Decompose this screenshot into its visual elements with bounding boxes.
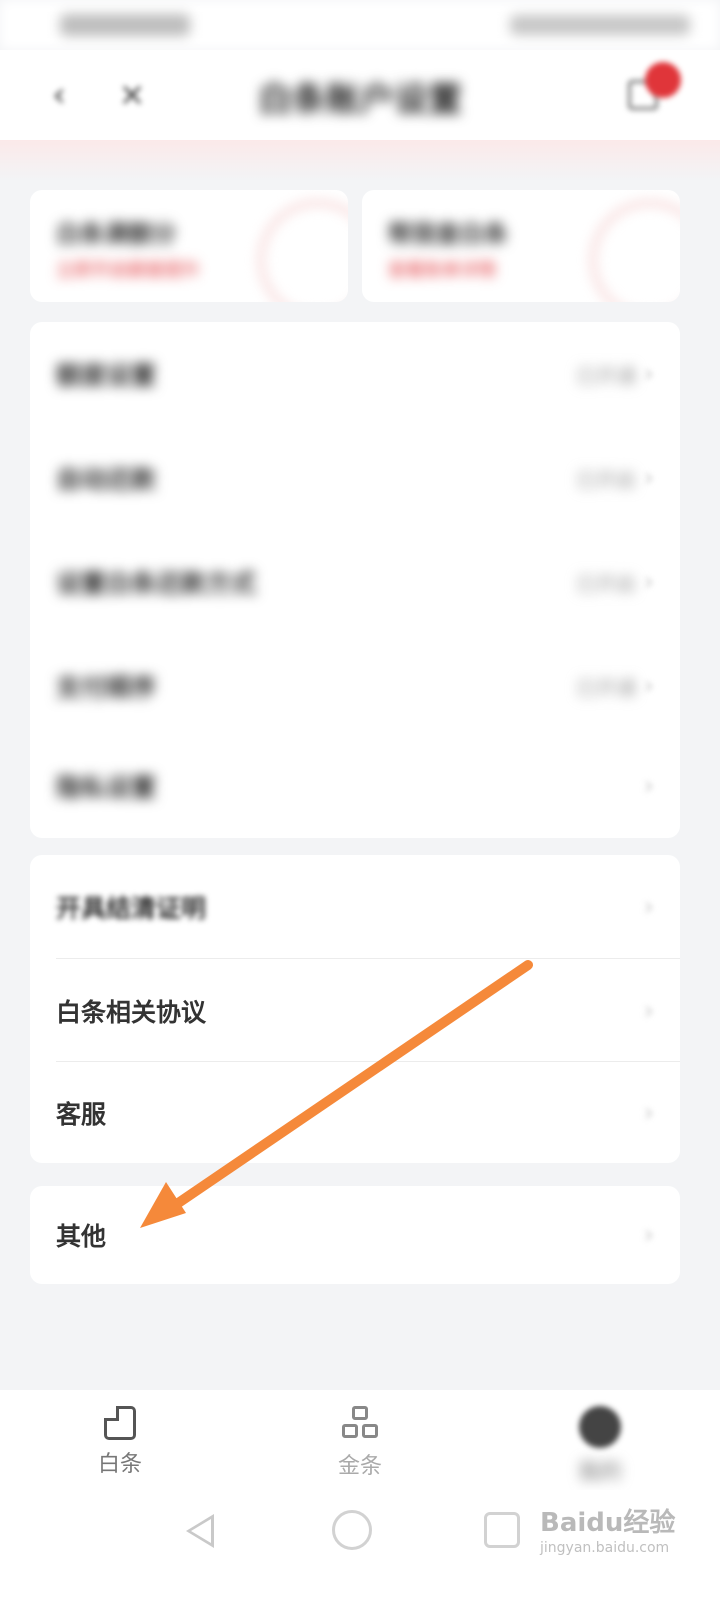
row-label: 开具结清证明 (56, 894, 207, 923)
top-card-title: 帮我查白条 (388, 220, 508, 248)
tab-label: 我的 (577, 1460, 622, 1485)
top-cards: 白条满额分 立即开启额度提升 帮我查白条 查看账单详情 (30, 190, 680, 302)
settings-row-repay-method[interactable]: 设置白条还款方式 已开启 › (30, 530, 680, 634)
tab-label: 白条 (97, 1452, 142, 1477)
status-bar-right-indicators (510, 15, 690, 35)
chevron-right-icon: › (643, 771, 654, 801)
tab-label: 金条 (337, 1454, 382, 1479)
chevron-right-icon: › (643, 567, 654, 597)
top-card-subtitle: 立即开启额度提升 (56, 260, 200, 281)
row-label: 自动还款 (56, 465, 157, 494)
settings-row-auto-repay[interactable]: 自动还款 已开启 › (30, 426, 680, 530)
chevron-right-icon: › (643, 892, 654, 922)
nav-recent-apps-icon[interactable] (484, 1512, 520, 1548)
status-bar (0, 0, 720, 50)
tab-mine[interactable]: 我的 (480, 1390, 720, 1490)
card-decoration (258, 200, 348, 302)
settings-row-payment-order[interactable]: 支付顺序 已开通 › (30, 634, 680, 738)
notification-badge (645, 62, 681, 98)
nav-home-icon[interactable] (332, 1510, 372, 1550)
row-label: 设置白条还款方式 (56, 569, 257, 598)
system-nav-bar: Baidu经验 jingyan.baidu.com (0, 1490, 720, 1600)
row-label: 隐私设置 (56, 773, 157, 802)
settings-row-customer-service[interactable]: 客服 › (30, 1061, 680, 1165)
settings-list-secondary: 开具结清证明 › 白条相关协议 › 客服 › (30, 855, 680, 1163)
header-gradient-band (0, 140, 720, 180)
tab-jintiao[interactable]: 金条 (240, 1390, 480, 1490)
settings-row-quota[interactable]: 额度设置 已开通 › (30, 322, 680, 426)
row-label: 白条相关协议 (56, 998, 207, 1027)
top-card-title: 白条满额分 (56, 220, 176, 248)
top-card[interactable]: 白条满额分 立即开启额度提升 (30, 190, 348, 302)
document-icon (104, 1406, 136, 1440)
chevron-right-icon: › (643, 996, 654, 1026)
row-value: 已开启 (576, 467, 636, 492)
tab-baitiao[interactable]: 白条 (0, 1390, 240, 1490)
header: ‹ × 白条账户设置 (0, 50, 720, 140)
row-label: 客服 (56, 1100, 107, 1129)
watermark-logo: Baidu经验 (540, 1508, 676, 1538)
settings-list-primary: 额度设置 已开通 › 自动还款 已开启 › 设置白条还款方式 已开启 › 支付顺… (30, 322, 680, 838)
chevron-right-icon: › (643, 359, 654, 389)
settings-row-other[interactable]: 其他 › (30, 1186, 680, 1284)
settings-row-agreements[interactable]: 白条相关协议 › (30, 959, 680, 1063)
avatar-icon (579, 1406, 621, 1448)
grid-icon (340, 1406, 380, 1442)
card-decoration (590, 200, 680, 302)
bottom-tab-bar: 白条 金条 我的 (0, 1390, 720, 1490)
settings-row-privacy[interactable]: 隐私设置 › (30, 734, 680, 838)
settings-row-settlement-certificate[interactable]: 开具结清证明 › (30, 855, 680, 959)
chevron-right-icon: › (643, 463, 654, 493)
chevron-right-icon: › (643, 1220, 654, 1250)
nav-back-icon[interactable] (186, 1514, 214, 1548)
row-value: 已开启 (576, 571, 636, 596)
status-bar-left-indicators (60, 14, 190, 36)
chevron-right-icon: › (643, 1098, 654, 1128)
watermark-url: jingyan.baidu.com (540, 1540, 670, 1556)
top-card-subtitle: 查看账单详情 (388, 260, 496, 281)
row-value: 已开通 (576, 363, 636, 388)
chevron-right-icon: › (643, 671, 654, 701)
page-title: 白条账户设置 (258, 80, 462, 120)
row-label: 支付顺序 (56, 673, 157, 702)
row-value: 已开通 (576, 675, 636, 700)
top-card[interactable]: 帮我查白条 查看账单详情 (362, 190, 680, 302)
row-label: 其他 (56, 1222, 107, 1251)
settings-list-other: 其他 › (30, 1186, 680, 1284)
row-label: 额度设置 (56, 361, 157, 390)
